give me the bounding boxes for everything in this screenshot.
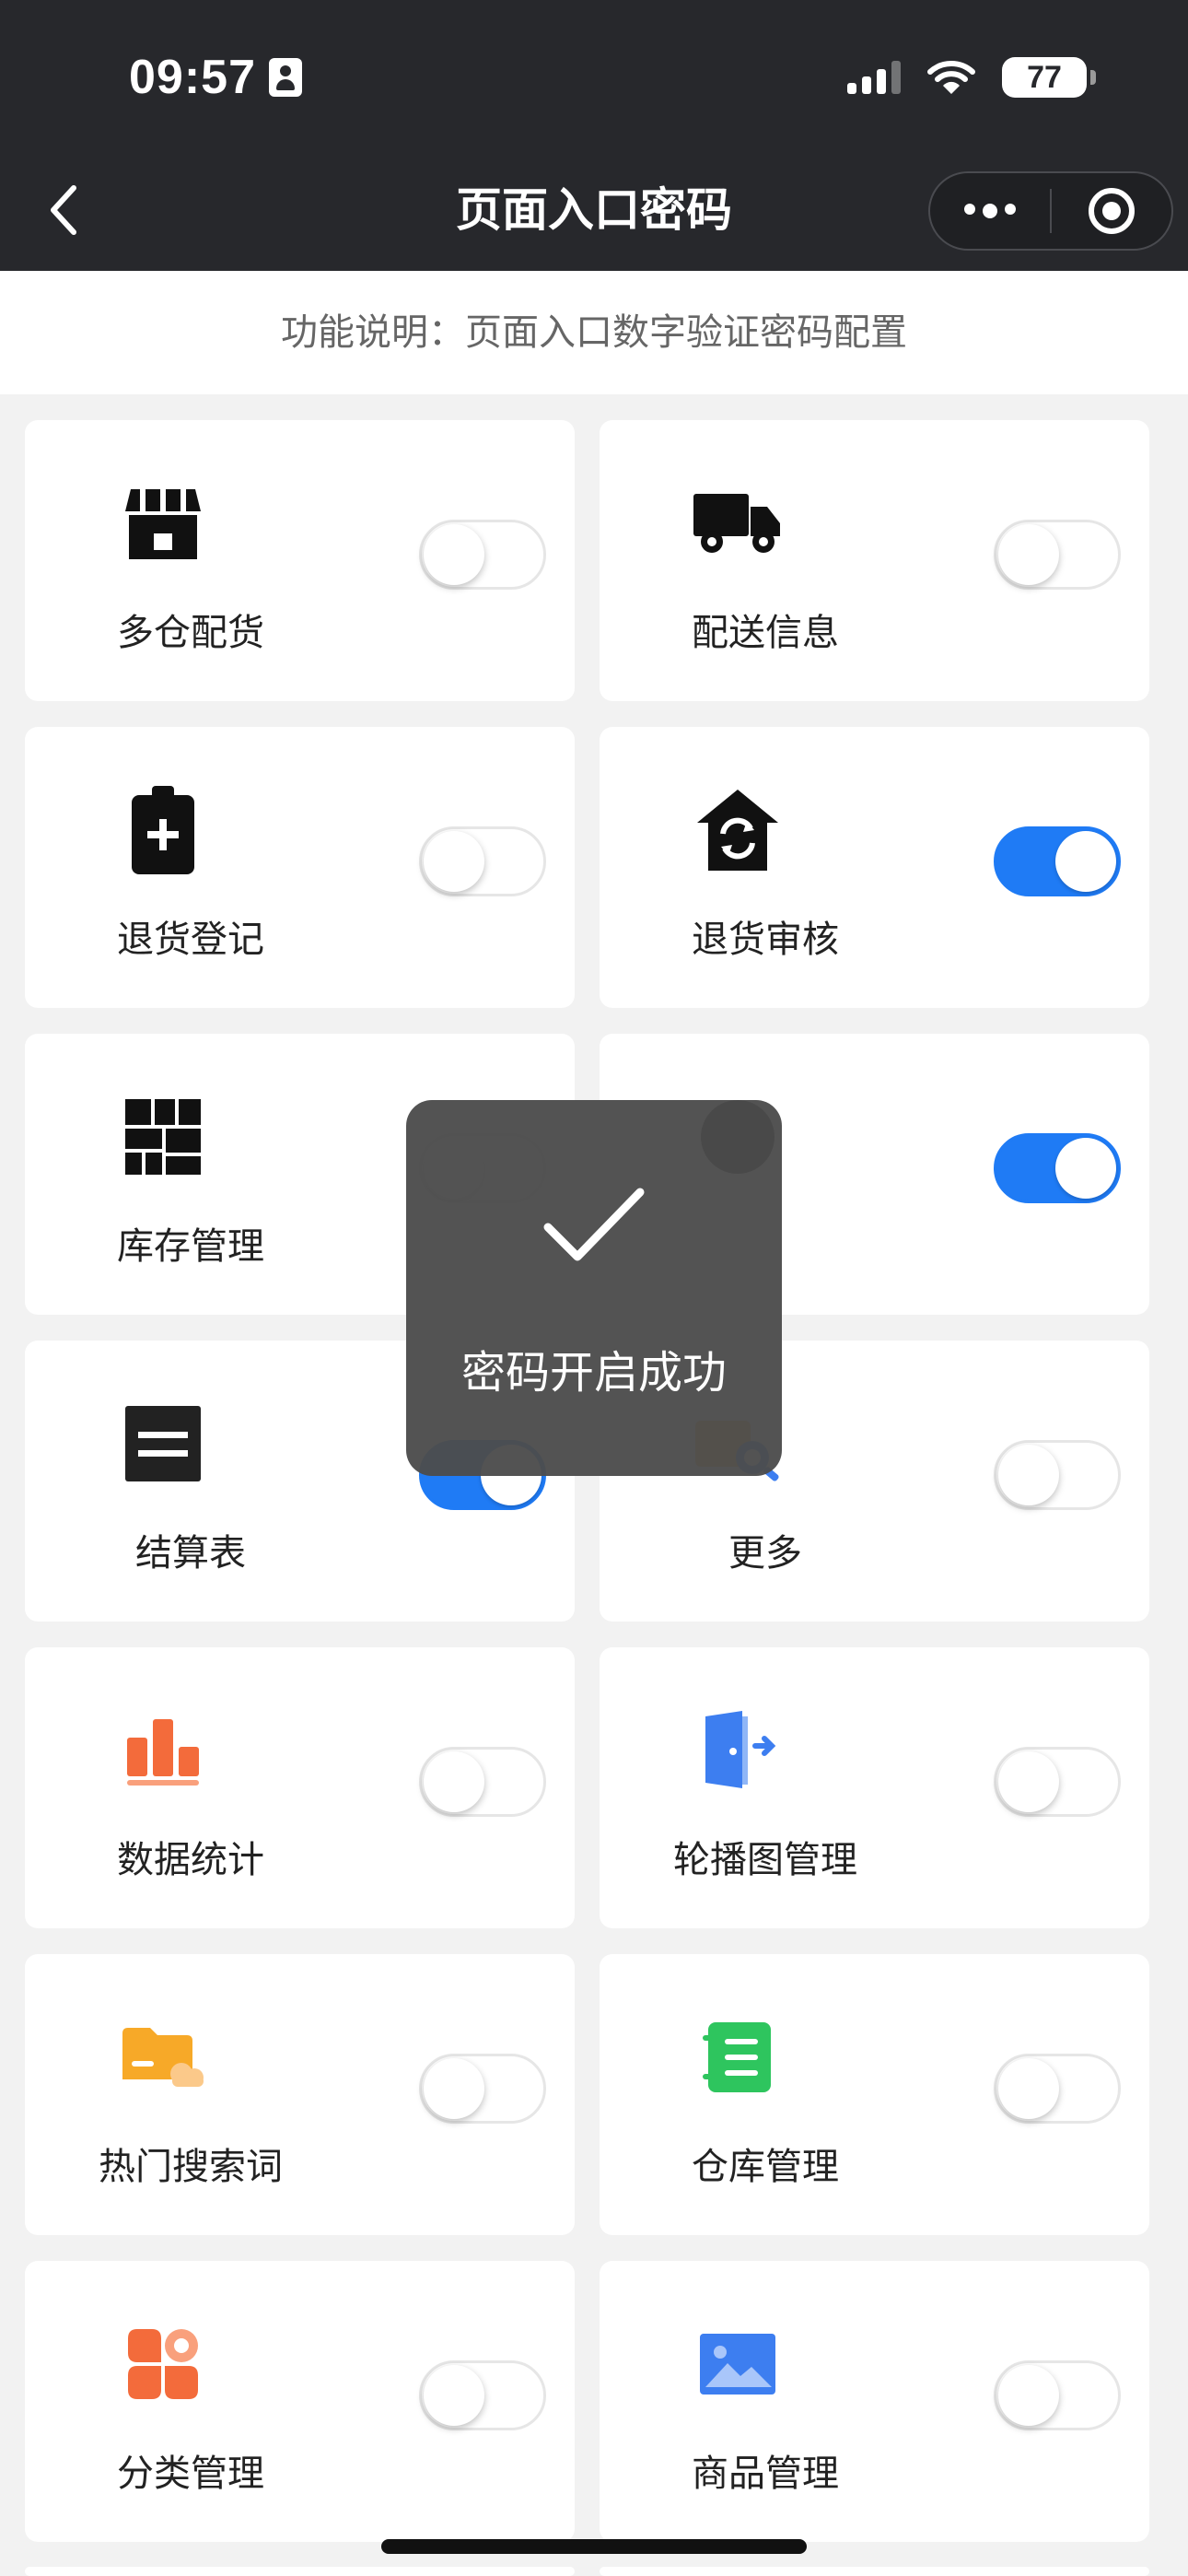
card-partial: [600, 2567, 1149, 2576]
grid-blocks-icon: [117, 1091, 209, 1183]
card-return-review: 退货审核: [600, 727, 1149, 1008]
card-banner-management: 轮播图管理: [600, 1647, 1149, 1928]
status-icons: 77: [847, 57, 1096, 98]
card-data-statistics: 数据统计: [25, 1647, 575, 1928]
door-exit-icon: [692, 1704, 784, 1797]
folder-cloud-icon: [117, 2011, 209, 2103]
toggle-switch[interactable]: [994, 1440, 1121, 1510]
card-hot-search: 热门搜索词: [25, 1954, 575, 2235]
card-label: 多仓配货: [117, 613, 264, 653]
notebook-list-icon: [692, 2011, 784, 2103]
card-label: 退货登记: [117, 919, 264, 960]
card-label: 退货审核: [692, 919, 839, 960]
toggle-switch[interactable]: [419, 520, 546, 590]
home-indicator: [381, 2539, 807, 2554]
bar-chart-icon: [117, 1704, 209, 1797]
card-label: 轮播图管理: [673, 1840, 857, 1880]
house-refresh-icon: [692, 784, 784, 876]
cellular-signal-icon: [847, 61, 901, 94]
card-product-management: 商品管理: [600, 2261, 1149, 2542]
card-return-register: 退货登记: [25, 727, 575, 1008]
toast-message: 密码开启成功: [460, 1349, 727, 1398]
toggle-switch[interactable]: [994, 1747, 1121, 1817]
top-bar: 09:57 77 页面入口密码: [0, 0, 1188, 271]
mini-program-capsule: [928, 171, 1173, 251]
card-category-management: 分类管理: [25, 2261, 575, 2542]
card-label: 更多: [728, 1533, 802, 1574]
clock-text: 09:57: [129, 51, 256, 104]
card-partial: [25, 2567, 575, 2576]
more-options-icon[interactable]: [930, 204, 1050, 218]
toggle-switch[interactable]: [994, 2360, 1121, 2430]
card-label: 库存管理: [117, 1226, 264, 1267]
card-label: 数据统计: [117, 1840, 264, 1880]
card-label: 结算表: [135, 1533, 246, 1574]
toggle-switch[interactable]: [994, 2054, 1121, 2124]
function-description: 功能说明：页面入口数字验证密码配置: [0, 271, 1188, 394]
card-label: 配送信息: [692, 613, 839, 653]
card-warehouse-management: 仓库管理: [600, 1954, 1149, 2235]
category-grid-icon: [117, 2318, 209, 2410]
toggle-switch[interactable]: [994, 826, 1121, 896]
toggle-switch[interactable]: [994, 520, 1121, 590]
toggle-switch[interactable]: [419, 2360, 546, 2430]
battery-level: 77: [1027, 59, 1062, 95]
success-toast: 密码开启成功: [406, 1100, 782, 1476]
card-label: 热门搜索词: [99, 2147, 283, 2187]
contact-card-icon: [269, 58, 302, 97]
checkmark-icon: [543, 1188, 645, 1261]
equals-square-icon: [117, 1398, 209, 1490]
toggle-switch[interactable]: [994, 1133, 1121, 1203]
card-label: 仓库管理: [692, 2147, 839, 2187]
toggle-switch[interactable]: [419, 2054, 546, 2124]
store-icon: [117, 477, 209, 569]
battery-indicator: 77: [1002, 57, 1096, 98]
card-multi-warehouse: 多仓配货: [25, 420, 575, 701]
image-icon: [692, 2318, 784, 2410]
card-delivery-info: 配送信息: [600, 420, 1149, 701]
status-time: 09:57: [129, 50, 302, 105]
truck-icon: [692, 477, 784, 569]
clipboard-plus-icon: [117, 784, 209, 876]
wifi-icon: [927, 61, 975, 94]
card-label: 分类管理: [117, 2453, 264, 2494]
card-label: 商品管理: [692, 2453, 839, 2494]
toggle-switch[interactable]: [419, 1747, 546, 1817]
toggle-switch[interactable]: [419, 826, 546, 896]
close-target-icon[interactable]: [1052, 188, 1171, 234]
